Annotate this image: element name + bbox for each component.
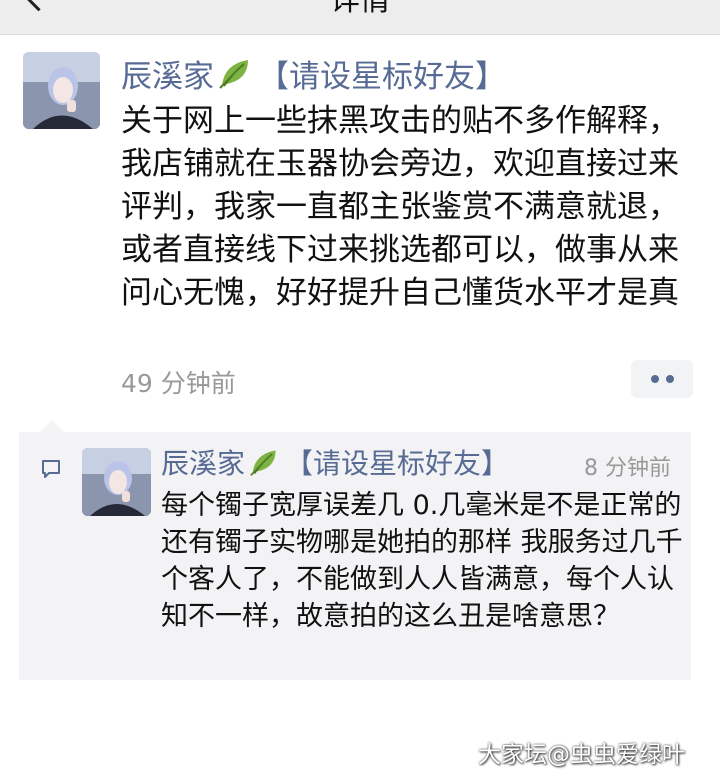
page-title: 详情 [330, 0, 390, 18]
post-author-name[interactable]: 辰溪家 [121, 51, 214, 96]
comment-bubble-icon [42, 460, 60, 478]
comment-text[interactable]: 每个镯子宽厚误差几 0.几毫米是不是正常的 还有镯子实物哪是她拍的那样 我服务过… [161, 487, 685, 635]
dot [665, 375, 674, 383]
post-author-avatar[interactable] [23, 52, 100, 129]
more-dots-icon[interactable] [631, 360, 693, 398]
comment-author-line: 辰溪家 【请设星标好友】 [161, 442, 509, 482]
comment-author-avatar[interactable] [82, 448, 151, 516]
post-author-tag[interactable]: 【请设星标好友】 [258, 51, 506, 96]
comment-author-name[interactable]: 辰溪家 [161, 442, 245, 482]
leaf-emoji-icon [250, 450, 276, 476]
comment-author-tag[interactable]: 【请设星标好友】 [285, 442, 509, 482]
watermark: 大家坛@虫虫爱绿叶 [478, 742, 685, 768]
post-timestamp: 49 分钟前 [121, 369, 236, 398]
navigation-bar: 详情 [0, 0, 720, 35]
post-text: 关于网上一些抹黑攻击的贴不多作解释，我店铺就在玉器协会旁边，欢迎直接过来评判，我… [121, 103, 679, 311]
comment-area-caret [40, 420, 64, 432]
dot [650, 375, 659, 383]
avatar-photo [82, 448, 151, 516]
leaf-emoji-icon [219, 60, 248, 89]
post-author-line: 辰溪家 【请设星标好友】 [121, 51, 506, 95]
avatar-photo [23, 52, 100, 129]
comment-timestamp: 8 分钟前 [584, 456, 671, 481]
